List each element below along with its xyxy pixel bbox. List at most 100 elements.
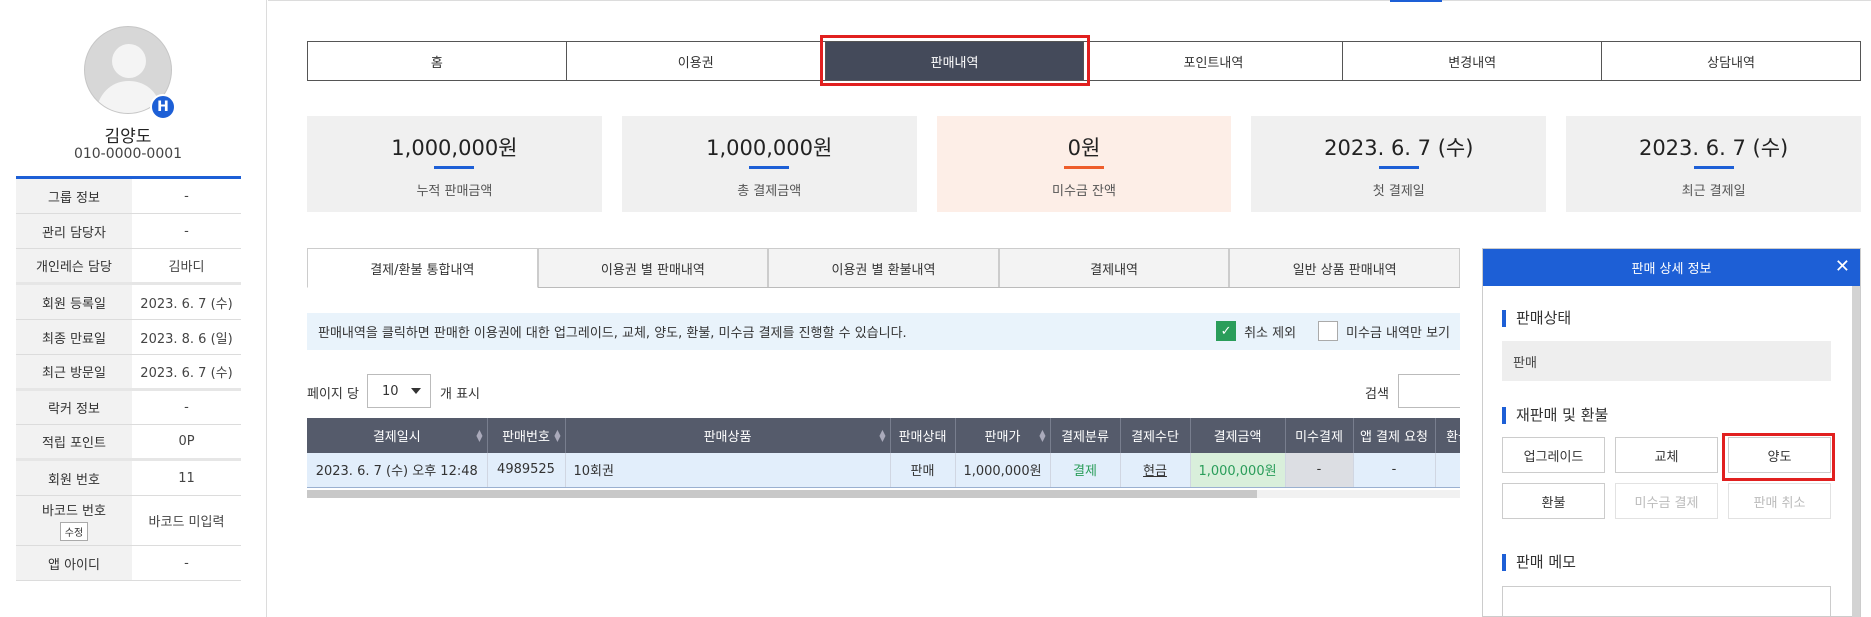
subtab-general-products[interactable]: 일반 상품 판매내역 (1229, 248, 1460, 287)
info-label-barcode: 바코드 번호 수정 (16, 496, 132, 545)
summary-cards: 1,000,000원 누적 판매금액 1,000,000원 총 결제금액 0원 … (307, 116, 1861, 212)
header-pay-amount[interactable]: 결제금액 (1190, 418, 1286, 453)
cell-price: 1,000,000원 (955, 453, 1051, 488)
header-unpaid[interactable]: 미수결제 (1285, 418, 1354, 453)
scrollbar-thumb[interactable] (307, 490, 1257, 498)
info-row-trainer: 개인레슨 담당 김바디 (16, 249, 241, 285)
card-underline (1378, 166, 1419, 169)
cell-unpaid: - (1285, 453, 1354, 488)
info-value: 바코드 미입력 (148, 515, 225, 530)
unpaid-only-checkbox[interactable] (1318, 321, 1339, 341)
info-label: 회원 등록일 (16, 285, 132, 319)
refund-button[interactable]: 환불 (1502, 483, 1605, 519)
cell-sale-status: 판매 (890, 453, 956, 488)
info-label: 적립 포인트 (16, 425, 132, 458)
highlight-box-transfer-button (1722, 433, 1835, 481)
info-label: 그룹 정보 (16, 179, 132, 213)
page-size-select[interactable]: 10 (367, 374, 431, 408)
table-horizontal-scrollbar[interactable] (307, 490, 1460, 498)
header-product[interactable]: 판매상품 ▲ ▼ (565, 418, 891, 453)
edit-barcode-button[interactable]: 수정 (59, 522, 89, 541)
info-label: 개인레슨 담당 (16, 249, 132, 282)
member-phone: 010-0000-0001 (73, 146, 183, 162)
search-input[interactable] (1398, 374, 1460, 408)
card-underline (1693, 166, 1734, 169)
unpaid-payment-button[interactable]: 미수금 결제 (1615, 483, 1718, 519)
table-header-row: 결제일시 ▲ ▼ 판매번호 ▲ ▼ 판매상품 ▲ ▼ 판매상태 판매가 ▲ ▼ 결제분류 결제수… (307, 418, 1460, 453)
scrollbar-thumb[interactable] (1852, 286, 1860, 617)
upgrade-button[interactable]: 업그레이드 (1502, 437, 1605, 473)
card-amount: 2023. 6. 7 (수) (1638, 136, 1789, 160)
info-label: 바코드 번호 (42, 504, 106, 519)
subtab-payment-refund[interactable]: 결제/환불 통합내역 (307, 248, 538, 288)
info-row-locker: 락커 정보 - (16, 391, 241, 425)
info-value: - (184, 223, 189, 239)
cell-pay-method[interactable]: 현금 (1120, 453, 1191, 488)
info-notice: 판매내역을 클릭하면 판매한 이용권에 대한 업그레이드, 교체, 양도, 환불… (307, 313, 1460, 350)
card-underline (749, 166, 790, 169)
info-row-manager: 관리 담당자 - (16, 214, 241, 249)
filter-checkboxes: ✓ 취소 제외 미수금 내역만 보기 (1216, 321, 1450, 341)
cancel-exclude-label: 취소 제외 (1244, 325, 1297, 341)
card-amount: 1,000,000원 (706, 136, 833, 160)
info-value: 김바디 (168, 260, 205, 275)
notice-text: 판매내역을 클릭하면 판매한 이용권에 대한 업그레이드, 교체, 양도, 환불… (318, 326, 907, 341)
summary-card-recent-payment: 2023. 6. 7 (수) 최근 결제일 (1566, 116, 1861, 212)
info-value: - (184, 188, 189, 204)
section-title-memo: 판매 메모 (1502, 554, 1576, 571)
panel-header: 판매 상세 정보 ✕ (1483, 249, 1860, 286)
header-app-request[interactable]: 앱 결제 요청 (1353, 418, 1436, 453)
cell-sale-no: 4989525 (487, 453, 566, 488)
exchange-button[interactable]: 교체 (1615, 437, 1718, 473)
tab-consult-history[interactable]: 상담내역 (1602, 42, 1860, 80)
tab-passes[interactable]: 이용권 (566, 42, 826, 80)
table-row[interactable]: 2023. 6. 7 (수) 오후 12:48 4989525 10회권 판매 … (307, 453, 1460, 488)
info-label: 앱 아이디 (16, 546, 132, 580)
info-value: 2023. 6. 7 (수) (140, 296, 233, 312)
close-icon[interactable]: ✕ (1835, 256, 1850, 277)
info-label: 락커 정보 (16, 391, 132, 424)
cancel-sale-button[interactable]: 판매 취소 (1728, 483, 1831, 519)
panel-title: 판매 상세 정보 (1631, 262, 1712, 277)
header-sale-status[interactable]: 판매상태 (890, 418, 956, 453)
cell-pay-type: 결제 (1050, 453, 1121, 488)
section-title-status: 판매상태 (1502, 310, 1571, 327)
header-pay-method[interactable]: 결제수단 (1120, 418, 1191, 453)
info-value: 0P (178, 434, 195, 449)
caret-down-icon (411, 388, 421, 394)
header-sale-no[interactable]: 판매번호 ▲ ▼ (487, 418, 566, 453)
card-label: 최근 결제일 (1681, 184, 1746, 199)
info-value: - (184, 555, 189, 571)
cancel-exclude-checkbox[interactable]: ✓ (1216, 321, 1237, 341)
member-info-table: 그룹 정보 - 관리 담당자 - 개인레슨 담당 김바디 회원 등록일 2023… (16, 176, 241, 581)
card-amount: 2023. 6. 7 (수) (1324, 136, 1474, 160)
summary-card-total-sales: 1,000,000원 누적 판매금액 (307, 116, 602, 212)
card-label: 첫 결제일 (1372, 184, 1425, 199)
top-accent-bar (1390, 0, 1442, 2)
info-row-points: 적립 포인트 0P (16, 425, 241, 461)
card-label: 미수금 잔액 (1052, 184, 1116, 199)
card-amount: 1,000,000원 (391, 136, 518, 160)
header-refund-method[interactable]: 환불수단 (1435, 418, 1460, 453)
page-size-suffix: 개 표시 (440, 387, 481, 402)
sales-table-container: 결제일시 ▲ ▼ 판매번호 ▲ ▼ 판매상품 ▲ ▼ 판매상태 판매가 ▲ ▼ 결제분류 결제수… (307, 418, 1460, 500)
sale-memo-textarea[interactable] (1502, 586, 1831, 617)
header-pay-type[interactable]: 결제분류 (1050, 418, 1121, 453)
subtab-payments[interactable]: 결제내역 (998, 248, 1230, 287)
header-paid-at[interactable]: 결제일시 ▲ ▼ (307, 418, 488, 453)
info-label: 관리 담당자 (16, 214, 132, 248)
header-price[interactable]: 판매가 ▲ ▼ (955, 418, 1051, 453)
info-value: 11 (178, 470, 195, 486)
tab-change-history[interactable]: 변경내역 (1343, 42, 1603, 80)
subtab-refund-by-pass[interactable]: 이용권 별 환불내역 (768, 248, 999, 287)
tab-point-history[interactable]: 포인트내역 (1084, 42, 1344, 80)
subtab-sales-by-pass[interactable]: 이용권 별 판매내역 (537, 248, 769, 287)
tab-home[interactable]: 홈 (308, 42, 567, 80)
info-row-last-visit: 최근 방문일 2023. 6. 7 (수) (16, 355, 241, 391)
pager-row: 페이지 당 10 개 표시 검색 (307, 374, 1460, 410)
highlight-box-sales-tab (820, 35, 1090, 86)
cell-app-request: - (1353, 453, 1436, 488)
summary-card-unpaid: 0원 미수금 잔액 (936, 116, 1232, 212)
top-divider (268, 0, 1871, 1)
panel-scrollbar[interactable] (1852, 286, 1860, 617)
